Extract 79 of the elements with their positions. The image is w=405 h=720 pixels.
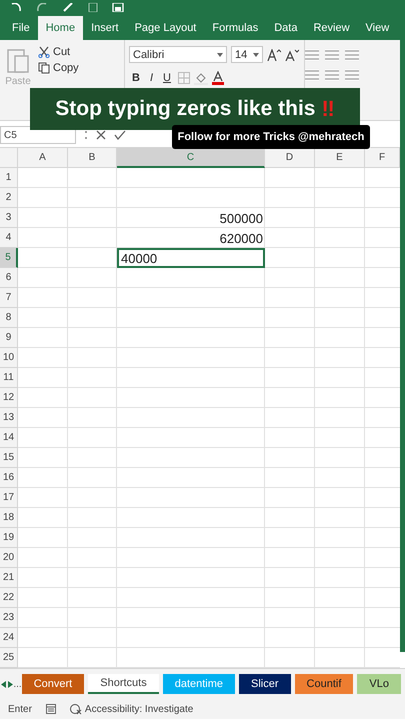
save-icon[interactable]	[112, 3, 124, 12]
ribbon-tab[interactable]: Home	[38, 16, 84, 40]
previous-sheet-icon[interactable]	[0, 680, 6, 688]
table-cell-text: 620000	[218, 230, 264, 248]
redo-icon[interactable]	[36, 3, 48, 12]
next-sheet-icon[interactable]	[8, 680, 13, 688]
row-header[interactable]: 11	[0, 368, 18, 388]
caption-banner: Stop typing zeros like this ‼	[30, 88, 360, 130]
grow-font-icon[interactable]	[267, 48, 281, 60]
row-header[interactable]: 4	[0, 228, 18, 248]
row-header[interactable]: 1	[0, 168, 18, 188]
ribbon-tab[interactable]: Page Layout	[126, 16, 204, 40]
row-header[interactable]: 12	[0, 388, 18, 408]
row-header[interactable]: 9	[0, 328, 18, 348]
column-header[interactable]: C	[117, 148, 265, 168]
column-header[interactable]: A	[18, 148, 68, 168]
active-cell: 40000	[117, 248, 265, 268]
sheet-tab[interactable]: Countif	[294, 674, 354, 694]
column-header[interactable]: E	[315, 148, 365, 168]
row-header[interactable]: 24	[0, 628, 18, 648]
row-header[interactable]: 13	[0, 408, 18, 428]
ribbon-tab[interactable]: Formulas	[204, 16, 266, 40]
row-header[interactable]: 7	[0, 288, 18, 308]
more-options-icon[interactable]	[84, 130, 88, 140]
caret-icon	[217, 52, 223, 56]
row-header[interactable]: 8	[0, 308, 18, 328]
italic-button[interactable]: I	[146, 72, 156, 84]
check-icon[interactable]	[114, 130, 126, 140]
scissors-icon	[38, 46, 50, 58]
accessibility-status[interactable]: Accessibility: Investigate	[70, 703, 194, 715]
cancel-icon[interactable]	[96, 130, 106, 140]
double-exclamation-mark: ‼	[321, 96, 335, 122]
row-header[interactable]: 23	[0, 608, 18, 628]
row-header[interactable]: 2	[0, 188, 18, 208]
copy-icon	[38, 62, 50, 74]
accessibility-icon	[70, 703, 82, 715]
bold-button[interactable]: B	[129, 72, 143, 84]
ribbon-tab[interactable]: Data	[266, 16, 306, 40]
ribbon-tab[interactable]: Review	[305, 16, 358, 40]
font-name-dropdown[interactable]: Calibri	[129, 46, 227, 63]
document-icon[interactable]	[88, 3, 98, 12]
more-sheets-button[interactable]: ...	[13, 678, 22, 690]
cut-button[interactable]: Cut	[38, 46, 79, 58]
row-header[interactable]: 17	[0, 488, 18, 508]
table-cell-text: 500000	[218, 210, 264, 228]
copy-button[interactable]: Copy	[38, 62, 79, 74]
sheet-tab[interactable]: Convert	[22, 674, 84, 694]
row-header[interactable]: 25	[0, 648, 18, 668]
column-header[interactable]: D	[265, 148, 315, 168]
caption-tag: Follow for more Tricks @mehratech	[172, 125, 370, 149]
row-header[interactable]: 5	[0, 248, 18, 268]
font-size-dropdown[interactable]: 14	[231, 46, 263, 63]
row-header[interactable]: 19	[0, 528, 18, 548]
row-header[interactable]: 16	[0, 468, 18, 488]
font-color-icon[interactable]	[212, 71, 224, 85]
fill-color-icon[interactable]	[194, 72, 208, 84]
row-header[interactable]: 21	[0, 568, 18, 588]
row-header[interactable]: 22	[0, 588, 18, 608]
mode-indicator: Enter	[8, 704, 32, 714]
underline-button[interactable]: U	[160, 72, 174, 84]
row-header[interactable]: 3	[0, 208, 18, 228]
column-header[interactable]: B	[68, 148, 117, 168]
undo-icon[interactable]	[10, 3, 22, 12]
row-header[interactable]: 6	[0, 268, 18, 288]
row-header[interactable]: 15	[0, 448, 18, 468]
ribbon-tab[interactable]: View	[358, 16, 398, 40]
shrink-font-icon[interactable]	[285, 48, 299, 60]
row-header[interactable]: 20	[0, 548, 18, 568]
ribbon-tab[interactable]: File	[4, 16, 38, 40]
caret-icon	[253, 52, 259, 56]
row-header[interactable]: 18	[0, 508, 18, 528]
sheet-stats-icon[interactable]	[46, 704, 56, 714]
sheet-tab[interactable]: Shortcuts	[88, 674, 159, 694]
row-header[interactable]: 14	[0, 428, 18, 448]
column-header[interactable]: F	[365, 148, 400, 168]
row-header[interactable]: 10	[0, 348, 18, 368]
ribbon-tab[interactable]: Insert	[83, 16, 127, 40]
sheet-tab[interactable]: VLo	[357, 674, 401, 694]
sheet-tab[interactable]: Slicer	[239, 674, 291, 694]
